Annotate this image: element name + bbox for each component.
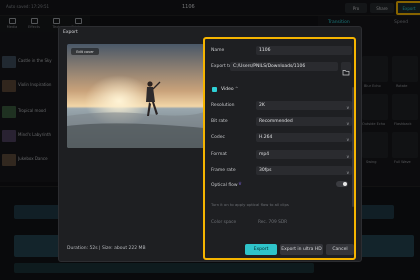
- chevron-down-icon: v: [346, 105, 349, 110]
- folder-icon: [342, 70, 350, 76]
- optical-flow-toggle[interactable]: [336, 181, 348, 187]
- name-field[interactable]: 1106: [256, 46, 352, 55]
- export-ultra-hd-button[interactable]: Export in ultra HD: [280, 244, 323, 255]
- chevron-down-icon: v: [346, 121, 349, 126]
- edit-cover-button[interactable]: Edit cover: [71, 48, 99, 55]
- settings-scrollbar[interactable]: [352, 87, 354, 207]
- name-label: Name: [211, 48, 225, 53]
- frame-rate-label: Frame rate: [211, 168, 236, 173]
- export-path-field[interactable]: C:/Users/PNILS/Downloads/1106: [230, 62, 338, 71]
- toggle-knob: [343, 182, 347, 186]
- video-section-checkbox[interactable]: [212, 87, 217, 92]
- frame-rate-select[interactable]: 30fps v: [256, 166, 352, 175]
- cancel-button[interactable]: Cancel: [326, 244, 354, 255]
- optical-flow-hint: Turn it on to apply optical flow to all …: [211, 202, 289, 207]
- export-button[interactable]: Export: [245, 244, 277, 255]
- codec-label: Codec: [211, 135, 225, 140]
- preview-image: [67, 44, 204, 148]
- dialog-title: Export: [63, 30, 78, 35]
- export-settings-panel: Name 1106 Export to C:/Users/PNILS/Downl…: [203, 37, 356, 260]
- format-select[interactable]: mp4 v: [256, 150, 352, 159]
- codec-select[interactable]: H.264 v: [256, 133, 352, 142]
- bitrate-select[interactable]: Recommended v: [256, 117, 352, 126]
- export-to-label: Export to: [211, 64, 232, 69]
- color-space-value: Rec. 709 SDR: [258, 220, 288, 225]
- optical-flow-label: Optical flow: [211, 183, 238, 188]
- color-space-label: Color space: [211, 220, 237, 225]
- resolution-select[interactable]: 2K v: [256, 101, 352, 110]
- resolution-label: Resolution: [211, 103, 235, 108]
- export-summary: Duration: 52s | Size: about 222 MB: [67, 246, 146, 251]
- bitrate-label: Bit rate: [211, 119, 228, 124]
- folder-button[interactable]: [341, 62, 351, 76]
- video-section-label: Video: [221, 87, 234, 92]
- video-preview: Edit cover: [67, 44, 204, 148]
- crown-icon: ♕: [238, 182, 243, 187]
- chevron-up-icon[interactable]: ^: [235, 86, 238, 91]
- format-label: Format: [211, 152, 227, 157]
- chevron-down-icon: v: [346, 170, 349, 175]
- chevron-down-icon: v: [346, 137, 349, 142]
- chevron-down-icon: v: [346, 154, 349, 159]
